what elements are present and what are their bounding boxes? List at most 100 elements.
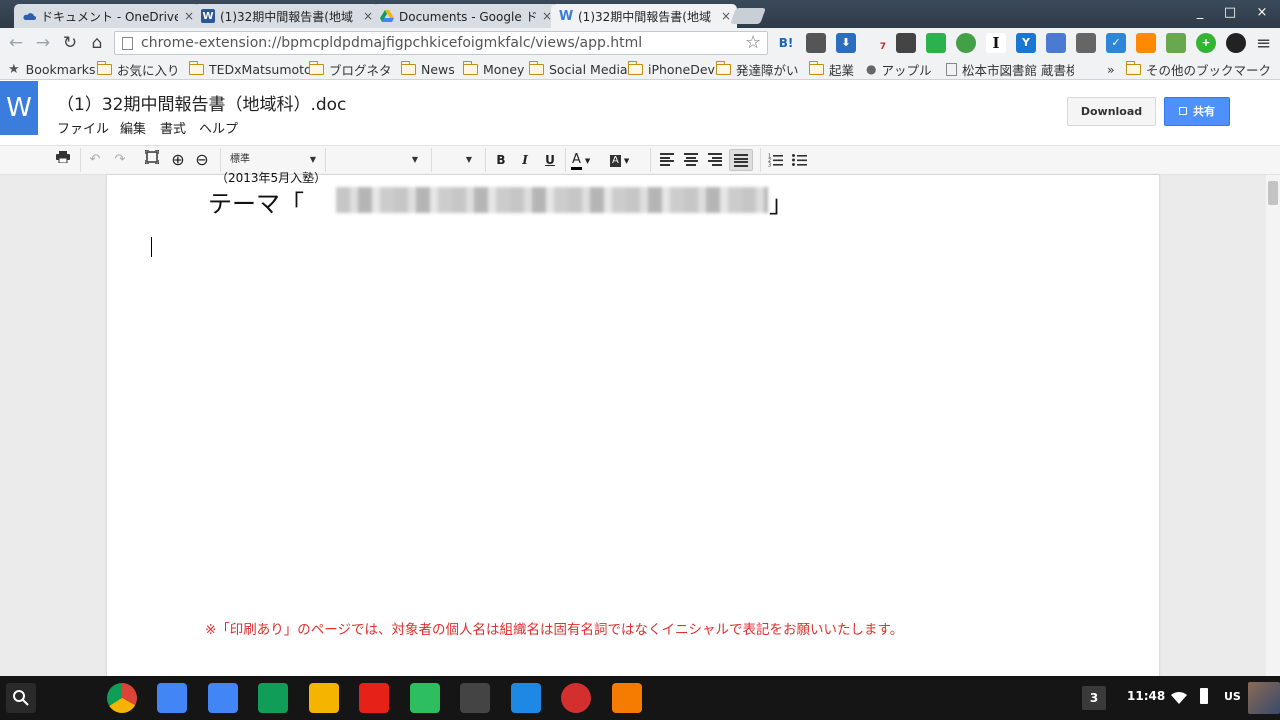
tab-google-docs[interactable]: Documents - Google ド × — [372, 4, 558, 28]
user-avatar[interactable] — [1248, 682, 1280, 714]
notification-count-badge[interactable]: 3 — [1082, 686, 1106, 710]
new-tab-button[interactable] — [730, 8, 766, 24]
bookmark-star-icon[interactable]: ☆ — [745, 32, 765, 53]
zoom-out-icon[interactable]: ⊖ — [193, 150, 211, 170]
youtube-icon[interactable] — [359, 683, 389, 713]
chat-icon[interactable] — [1046, 33, 1066, 53]
bookmark-library[interactable]: 松本市図書館 蔵書検 — [946, 60, 1074, 78]
bookmark-folder[interactable]: iPhoneDev — [627, 60, 715, 78]
tool-icon[interactable] — [896, 33, 916, 53]
font-dropdown[interactable]: ▼ — [328, 150, 424, 170]
hatena-bookmark-icon[interactable]: B! — [776, 33, 796, 53]
inbox-icon[interactable] — [157, 683, 187, 713]
bookmark-folder[interactable]: お気に入り — [96, 60, 180, 78]
instapaper-icon[interactable]: I — [986, 33, 1006, 53]
download-icon[interactable]: ⬇ — [836, 33, 856, 53]
bookmark-bookmarks[interactable]: ★ Bookmarks — [8, 60, 96, 78]
evernote-icon[interactable] — [409, 683, 440, 713]
menu-edit[interactable]: 編集 — [120, 118, 146, 137]
bookmark-apple[interactable]: ● アップル — [866, 60, 932, 78]
underline-button[interactable]: U — [541, 150, 559, 170]
scrollbar-thumb[interactable] — [1268, 181, 1278, 205]
close-icon[interactable]: × — [721, 9, 731, 23]
chrome-menu-icon[interactable]: ≡ — [1256, 33, 1274, 54]
window-close-button[interactable]: × — [1252, 4, 1272, 22]
numbered-list-icon[interactable]: 123 — [768, 152, 784, 169]
address-bar[interactable]: chrome-extension://bpmcpldpdmajfigpchkic… — [114, 31, 768, 55]
menu-format[interactable]: 書式 — [160, 118, 186, 137]
bookmark-folder[interactable]: 起業 — [808, 60, 855, 78]
eyedropper-icon[interactable] — [1076, 33, 1096, 53]
chart-up-icon[interactable] — [1136, 33, 1156, 53]
bookmark-label: Money — [483, 61, 525, 77]
maximize-button[interactable]: □ — [1220, 4, 1240, 22]
share-button[interactable]: 共有 — [1164, 97, 1230, 126]
bookmarks-overflow-button[interactable]: » — [1107, 60, 1115, 78]
tab-word-doc[interactable]: W (1)32期中間報告書(地域 × — [193, 4, 379, 28]
minimize-button[interactable]: _ — [1190, 4, 1210, 22]
home-button[interactable]: ⌂ — [87, 34, 107, 52]
menu-file[interactable]: ファイル — [57, 118, 109, 137]
bookmark-folder[interactable]: 発達障がい — [715, 60, 799, 78]
folder-icon — [808, 60, 824, 75]
bulleted-list-icon[interactable] — [792, 152, 808, 166]
reload-button[interactable]: ↻ — [60, 34, 80, 52]
download-button[interactable]: Download — [1067, 97, 1156, 126]
bookmark-label: アップル — [881, 62, 932, 78]
headphones-icon[interactable] — [611, 683, 642, 713]
print-icon[interactable] — [54, 150, 72, 170]
redo-button[interactable]: ↷ — [111, 150, 129, 170]
google-sheets-icon[interactable] — [258, 683, 288, 713]
document-page[interactable] — [107, 175, 1159, 676]
leaf-icon[interactable] — [956, 33, 976, 53]
forward-button[interactable]: → — [33, 34, 53, 52]
align-center-icon[interactable] — [684, 153, 698, 166]
document-title[interactable]: （1）32期中間報告書（地域科）.doc — [57, 90, 346, 115]
font-size-dropdown[interactable]: ▼ — [434, 150, 478, 170]
files-icon[interactable] — [510, 683, 541, 713]
other-bookmarks[interactable]: その他のブックマーク — [1125, 60, 1271, 78]
fit-page-icon[interactable] — [143, 149, 161, 170]
notification-bell-icon[interactable]: 7 — [866, 33, 886, 53]
toolbar-separator — [565, 148, 566, 172]
toolbar-separator — [760, 148, 761, 172]
justify-button[interactable] — [729, 149, 753, 171]
italic-button[interactable]: I — [516, 150, 534, 170]
red-sphere-app-icon[interactable] — [561, 683, 591, 713]
evernote-clip-icon[interactable] — [806, 33, 826, 53]
bookmark-folder[interactable]: News — [400, 60, 455, 78]
feedly-icon[interactable] — [926, 33, 946, 53]
tab-active-doc[interactable]: W (1)32期中間報告書(地域 × — [551, 4, 737, 28]
launcher-search-icon[interactable] — [6, 683, 36, 713]
back-button[interactable]: ← — [6, 34, 26, 52]
status-tray[interactable]: 3 11:48 US — [1082, 682, 1280, 714]
bookmark-label: 起業 — [829, 62, 855, 78]
chrome-icon[interactable] — [106, 683, 137, 713]
camera-icon[interactable] — [1226, 33, 1246, 53]
plus-circle-icon[interactable]: + — [1196, 33, 1216, 53]
undo-button[interactable]: ↶ — [86, 150, 104, 170]
bold-button[interactable]: B — [492, 150, 510, 170]
puzzle-icon[interactable] — [1166, 33, 1186, 53]
bookmark-folder[interactable]: ブログネタ — [308, 60, 392, 78]
wifi-icon — [1171, 690, 1187, 704]
scrollbar-track[interactable] — [1266, 175, 1280, 676]
google-slides-icon[interactable] — [308, 683, 339, 713]
caret-down-icon: ▼ — [584, 157, 591, 165]
highlight-button[interactable]: A ▼ — [610, 150, 640, 170]
check-icon[interactable]: ✓ — [1106, 33, 1126, 53]
text-color-button[interactable]: A ▼ — [571, 150, 601, 170]
bookmark-folder[interactable]: Money — [462, 60, 525, 78]
battery-icon — [1200, 688, 1208, 704]
bookmark-folder[interactable]: TEDxMatsumoto — [188, 60, 312, 78]
w-app-icon[interactable] — [460, 683, 490, 713]
align-right-icon[interactable] — [708, 153, 722, 166]
tab-onedrive[interactable]: ドキュメント - OneDrive × — [14, 4, 200, 28]
y-icon[interactable]: Y — [1016, 33, 1036, 53]
bookmark-folder[interactable]: Social Media — [528, 60, 628, 78]
style-dropdown[interactable]: 標準 ▼ — [226, 150, 322, 170]
align-left-icon[interactable] — [660, 153, 674, 166]
zoom-in-icon[interactable]: ⊕ — [169, 150, 187, 170]
google-docs-icon[interactable] — [207, 683, 238, 713]
menu-help[interactable]: ヘルプ — [199, 118, 238, 137]
